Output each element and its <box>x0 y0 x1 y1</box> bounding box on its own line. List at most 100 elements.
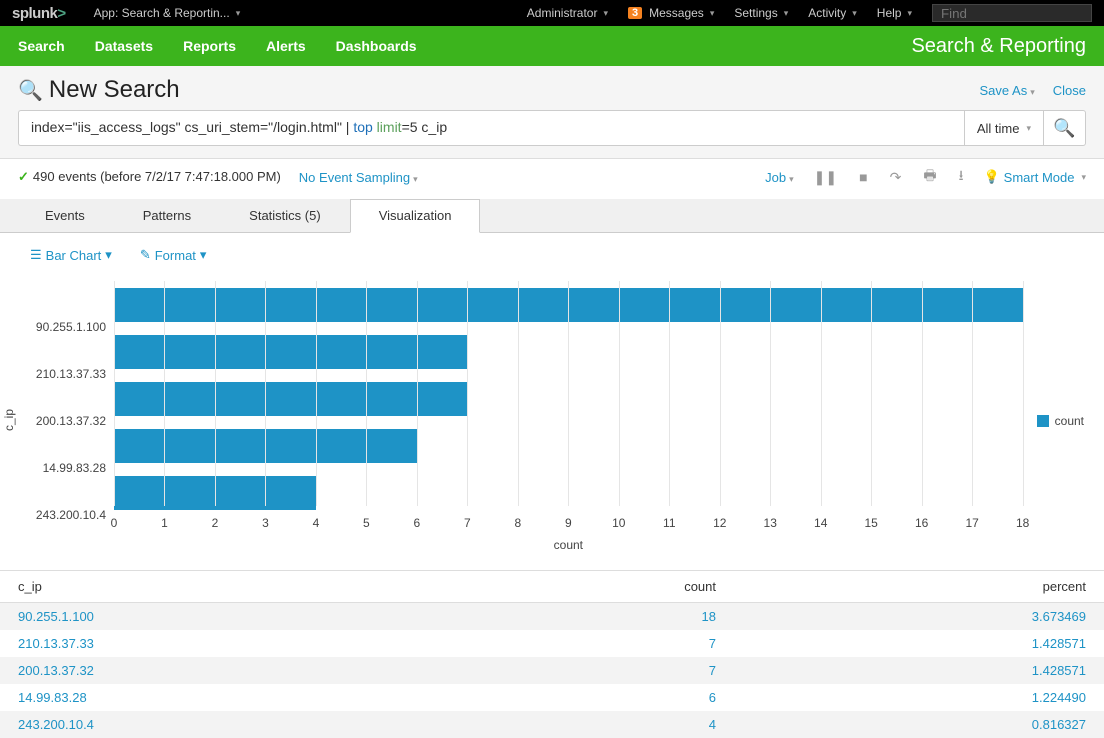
status-bar: ✓ 490 events (before 7/2/17 7:47:18.000 P… <box>0 159 1104 199</box>
chart-legend: count <box>1023 281 1084 560</box>
table-row: 243.200.10.440.816327 <box>0 711 1104 738</box>
bar-chart-icon: ☰ <box>30 247 42 263</box>
chevron-down-icon: ▾ <box>105 247 112 263</box>
y-tick-label: 243.200.10.4 <box>26 508 106 522</box>
result-tabs: Events Patterns Statistics (5) Visualiza… <box>0 199 1104 233</box>
tab-events[interactable]: Events <box>16 199 114 232</box>
table-row: 210.13.37.3371.428571 <box>0 630 1104 657</box>
x-tick-label: 9 <box>565 516 572 530</box>
x-tick-label: 5 <box>363 516 370 530</box>
complete-icon: ✓ <box>18 169 29 184</box>
activity-menu[interactable]: Activity <box>808 6 857 20</box>
cell-count[interactable]: 7 <box>504 630 734 657</box>
cell-percent[interactable]: 1.428571 <box>734 630 1104 657</box>
chart-type-picker[interactable]: ☰Bar Chart▾ <box>30 247 112 263</box>
x-tick-label: 7 <box>464 516 471 530</box>
time-range-picker[interactable]: All time <box>964 110 1044 146</box>
x-tick-label: 4 <box>313 516 320 530</box>
x-tick-label: 18 <box>1016 516 1029 530</box>
job-menu[interactable]: Job <box>765 170 794 185</box>
cell-cip[interactable]: 200.13.37.32 <box>0 657 504 684</box>
cell-count[interactable]: 18 <box>504 603 734 631</box>
y-axis-label: c_ip <box>0 409 26 431</box>
chevron-down-icon: ▾ <box>200 247 207 263</box>
table-row: 14.99.83.2861.224490 <box>0 684 1104 711</box>
legend-swatch <box>1037 415 1049 427</box>
y-tick-label: 90.255.1.100 <box>26 320 106 334</box>
results-table: c_ip count percent 90.255.1.100183.67346… <box>0 570 1104 738</box>
cell-cip[interactable]: 90.255.1.100 <box>0 603 504 631</box>
x-tick-label: 15 <box>865 516 878 530</box>
user-menu[interactable]: Administrator <box>527 6 608 20</box>
col-cip[interactable]: c_ip <box>0 571 504 603</box>
topbar: splunk> App: Search & Reportin... Admini… <box>0 0 1104 26</box>
save-as-menu[interactable]: Save As <box>980 83 1035 98</box>
cell-cip[interactable]: 243.200.10.4 <box>0 711 504 738</box>
pause-icon[interactable]: ❚❚ <box>814 169 837 186</box>
x-tick-label: 16 <box>915 516 928 530</box>
cell-percent[interactable]: 3.673469 <box>734 603 1104 631</box>
x-tick-label: 0 <box>111 516 118 530</box>
share-icon[interactable]: ↷ <box>890 169 902 186</box>
cell-count[interactable]: 4 <box>504 711 734 738</box>
cell-percent[interactable]: 1.224490 <box>734 684 1104 711</box>
help-menu[interactable]: Help <box>877 6 912 20</box>
page-title: New Search <box>49 76 962 104</box>
search-mode-menu[interactable]: 💡Smart Mode <box>983 169 1086 185</box>
bar[interactable] <box>114 382 467 416</box>
table-row: 200.13.37.3271.428571 <box>0 657 1104 684</box>
format-menu[interactable]: ✎Format▾ <box>140 247 207 263</box>
col-percent[interactable]: percent <box>734 571 1104 603</box>
cell-cip[interactable]: 210.13.37.33 <box>0 630 504 657</box>
cell-percent[interactable]: 0.816327 <box>734 711 1104 738</box>
nav-search[interactable]: Search <box>18 38 65 54</box>
messages-badge: 3 <box>628 7 642 19</box>
tab-patterns[interactable]: Patterns <box>114 199 220 232</box>
event-sampling-menu[interactable]: No Event Sampling <box>299 170 418 185</box>
messages-menu[interactable]: 3Messages <box>628 6 714 20</box>
export-icon[interactable]: ⭳ <box>959 165 964 189</box>
stop-icon[interactable]: ■ <box>859 169 867 185</box>
nav-datasets[interactable]: Datasets <box>95 38 153 54</box>
nav-alerts[interactable]: Alerts <box>266 38 306 54</box>
table-row: 90.255.1.100183.673469 <box>0 603 1104 631</box>
bar[interactable] <box>114 335 467 369</box>
lightbulb-icon: 💡 <box>983 169 999 185</box>
print-icon[interactable]: 🖶 <box>923 165 936 189</box>
x-tick-label: 10 <box>612 516 625 530</box>
search-button[interactable]: 🔍 <box>1044 110 1086 146</box>
nav-dashboards[interactable]: Dashboards <box>336 38 417 54</box>
x-tick-label: 17 <box>965 516 978 530</box>
y-tick-label: 210.13.37.33 <box>26 367 106 381</box>
y-tick-label: 200.13.37.32 <box>26 414 106 428</box>
cell-cip[interactable]: 14.99.83.28 <box>0 684 504 711</box>
col-count[interactable]: count <box>504 571 734 603</box>
app-title: Search & Reporting <box>911 35 1086 58</box>
bar-chart: c_ip 90.255.1.100 210.13.37.33 200.13.37.3… <box>0 271 1104 570</box>
event-count: 490 events (before 7/2/17 7:47:18.000 PM… <box>33 169 281 184</box>
find-input[interactable] <box>932 4 1092 22</box>
x-tick-label: 1 <box>161 516 168 530</box>
tab-statistics[interactable]: Statistics (5) <box>220 199 350 232</box>
y-tick-label: 14.99.83.28 <box>26 461 106 475</box>
settings-menu[interactable]: Settings <box>734 6 788 20</box>
x-axis-label: count <box>114 538 1023 560</box>
close-button[interactable]: Close <box>1053 83 1086 98</box>
x-tick-label: 14 <box>814 516 827 530</box>
pencil-icon: ✎ <box>140 247 151 263</box>
x-tick-label: 2 <box>212 516 219 530</box>
x-tick-label: 11 <box>663 516 675 530</box>
x-tick-label: 8 <box>514 516 521 530</box>
x-tick-label: 13 <box>764 516 777 530</box>
cell-count[interactable]: 6 <box>504 684 734 711</box>
search-icon: 🔍 <box>18 78 43 103</box>
cell-count[interactable]: 7 <box>504 657 734 684</box>
cell-percent[interactable]: 1.428571 <box>734 657 1104 684</box>
nav-reports[interactable]: Reports <box>183 38 236 54</box>
brand-logo: splunk> <box>12 5 66 22</box>
x-tick-label: 6 <box>414 516 421 530</box>
app-switcher[interactable]: App: Search & Reportin... <box>94 6 241 20</box>
main-nav: Search Datasets Reports Alerts Dashboard… <box>0 26 1104 66</box>
search-input[interactable]: index="iis_access_logs" cs_uri_stem="/lo… <box>18 110 964 146</box>
tab-visualization[interactable]: Visualization <box>350 199 481 233</box>
